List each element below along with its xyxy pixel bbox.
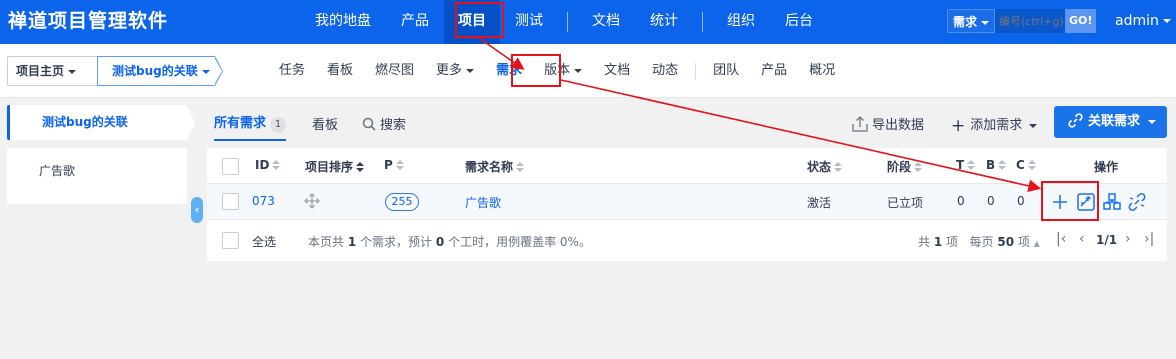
annotation-arrows [478,37,1042,193]
